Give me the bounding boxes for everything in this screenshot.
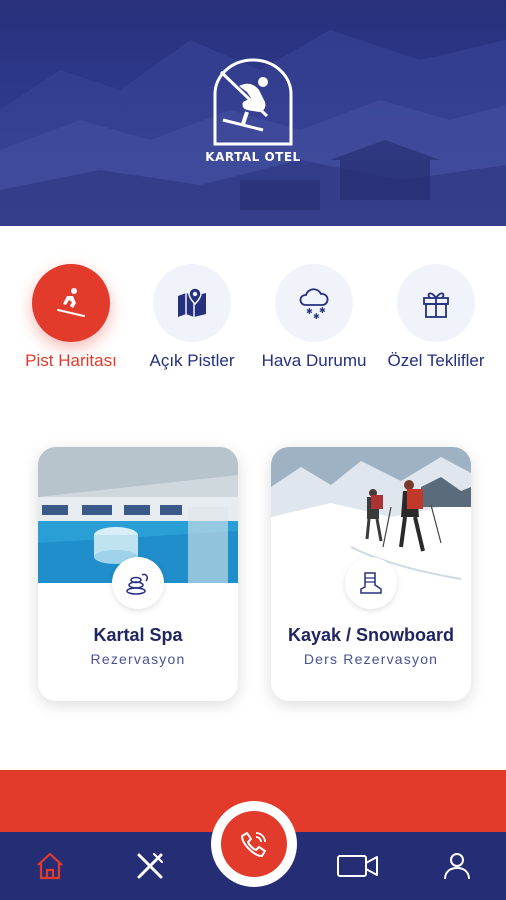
nav-profile[interactable] xyxy=(439,848,475,884)
logo-emblem xyxy=(213,58,293,146)
gift-icon xyxy=(423,292,449,318)
action-label: Pist Haritası xyxy=(25,351,117,370)
nav-home[interactable] xyxy=(32,848,68,884)
call-button-inner xyxy=(221,811,287,877)
action-circle xyxy=(397,264,475,342)
phone-call-icon xyxy=(241,832,266,857)
action-hava-durumu[interactable]: ✱ ✱ ✱ Hava Durumu xyxy=(259,264,369,370)
action-pist-haritasi[interactable]: Pist Haritası xyxy=(16,264,126,370)
map-pin-icon xyxy=(178,287,206,317)
quick-actions: Pist Haritası Açık Pistler ✱ ✱ ✱ Hava Du… xyxy=(0,264,506,404)
ski-boot-icon xyxy=(360,572,382,594)
nav-restaurant[interactable] xyxy=(132,848,168,884)
card-title: Kayak / Snowboard xyxy=(287,625,455,645)
skier-icon xyxy=(57,288,85,317)
app-screen: KARTAL OTEL Pist Haritası Açık Pistler ✱… xyxy=(0,0,506,900)
card-kayak-snowboard[interactable]: Kayak / Snowboard Ders Rezervasyon xyxy=(271,447,471,701)
video-camera-icon xyxy=(337,855,378,877)
fork-knife-icon xyxy=(137,853,163,879)
kartal-otel-logo: KARTAL OTEL xyxy=(203,58,303,178)
svg-text:✱: ✱ xyxy=(319,306,326,315)
card-kartal-spa[interactable]: Kartal Spa Rezervasyon xyxy=(38,447,238,701)
action-circle: ✱ ✱ ✱ xyxy=(275,264,353,342)
card-title: Kartal Spa xyxy=(93,625,183,645)
call-button[interactable] xyxy=(211,801,297,887)
action-acik-pistler[interactable]: Açık Pistler xyxy=(137,264,247,370)
card-subtitle: Rezervasyon xyxy=(90,651,186,667)
action-label: Özel Teklifler xyxy=(387,351,485,370)
action-circle xyxy=(153,264,231,342)
svg-text:✱: ✱ xyxy=(306,307,313,316)
snow-cloud-icon: ✱ ✱ ✱ xyxy=(299,288,329,321)
action-circle xyxy=(32,264,110,342)
action-ozel-teklifler[interactable]: Özel Teklifler xyxy=(381,264,491,370)
ski-badge xyxy=(345,557,397,609)
header-banner: KARTAL OTEL xyxy=(0,0,506,226)
card-subtitle: Ders Rezervasyon xyxy=(303,651,439,667)
home-icon xyxy=(37,852,63,880)
action-label: Açık Pistler xyxy=(149,351,235,370)
nav-video[interactable] xyxy=(336,848,380,884)
spa-badge xyxy=(112,557,164,609)
user-icon xyxy=(444,853,470,880)
action-label: Hava Durumu xyxy=(261,351,367,370)
brand-name: KARTAL OTEL xyxy=(205,150,301,164)
spa-stones-icon xyxy=(126,573,148,595)
